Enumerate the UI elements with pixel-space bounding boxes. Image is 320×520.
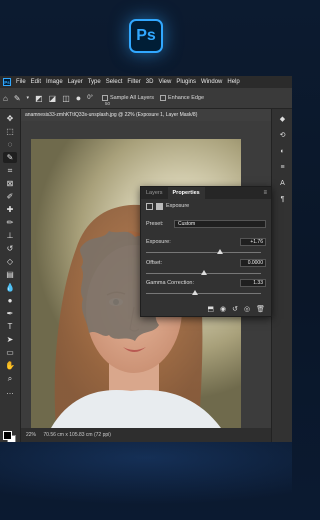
brush-size-value: 50 xyxy=(105,101,111,106)
tab-properties[interactable]: Properties xyxy=(167,187,205,199)
gamma-slider[interactable] xyxy=(146,290,261,295)
preset-row: Preset: Custom xyxy=(146,220,266,228)
add-to-selection-icon[interactable]: ◪ xyxy=(49,94,57,103)
delete-icon[interactable]: 🗑 xyxy=(256,305,265,313)
blur-tool-icon[interactable]: 💧 xyxy=(3,282,17,293)
lasso-tool-icon[interactable]: ◌ xyxy=(3,139,17,150)
adjustments-icon[interactable]: ◐ xyxy=(277,147,288,157)
quick-selection-tool-icon[interactable]: ✎ xyxy=(14,94,21,103)
paragraph-icon[interactable]: ¶ xyxy=(277,195,288,205)
crop-tool-icon[interactable]: ⌗ xyxy=(3,165,17,176)
history-brush-icon[interactable]: ↺ xyxy=(3,243,17,254)
preset-label: Preset: xyxy=(146,221,164,227)
exposure-input[interactable]: +1.76 xyxy=(240,238,266,246)
panel-menu-icon[interactable]: ≡ xyxy=(263,190,267,196)
offset-row: Offset: 0.0000 xyxy=(146,259,266,267)
quick-selection-tool-icon[interactable]: ✎ xyxy=(3,152,17,163)
offset-input[interactable]: 0.0000 xyxy=(240,259,266,267)
enhance-edge-label: Enhance Edge xyxy=(167,95,205,101)
eraser-tool-icon[interactable]: ◇ xyxy=(3,256,17,267)
adjustment-header: Exposure xyxy=(141,199,271,213)
brush-preview-icon[interactable]: ● xyxy=(76,93,81,103)
exposure-row: Exposure: +1.76 xyxy=(146,238,266,246)
preset-dropdown[interactable]: Custom xyxy=(174,220,266,228)
view-previous-icon[interactable]: ◉ xyxy=(220,305,226,313)
new-selection-icon[interactable]: ◩ xyxy=(35,94,43,103)
history-icon[interactable]: ⟲ xyxy=(277,131,288,141)
menu-view[interactable]: View xyxy=(158,79,171,85)
menu-help[interactable]: Help xyxy=(227,79,239,85)
reset-icon[interactable]: ↺ xyxy=(232,305,238,313)
offset-slider[interactable] xyxy=(146,270,261,275)
character-icon[interactable]: A xyxy=(277,179,288,189)
document-title: anamnesis33-zmhKTtIQ33s-unsplash.jpg @ 2… xyxy=(25,112,198,118)
menu-filter[interactable]: Filter xyxy=(127,79,140,85)
adjustment-icon[interactable] xyxy=(146,202,153,210)
app-icon[interactable]: Ps xyxy=(3,78,11,86)
offset-slider-thumb[interactable] xyxy=(200,270,207,275)
menu-select[interactable]: Select xyxy=(106,79,123,85)
gamma-input[interactable]: 1.33 xyxy=(240,279,266,287)
dodge-tool-icon[interactable]: ● xyxy=(3,295,17,306)
panel-tabs: Layers Properties ≡ xyxy=(141,187,271,199)
tab-layers[interactable]: Layers xyxy=(141,187,168,199)
subtract-selection-icon[interactable]: ◫ xyxy=(62,94,70,103)
document-tab[interactable]: anamnesis33-zmhKTtIQ33s-unsplash.jpg @ 2… xyxy=(21,109,271,121)
tools-panel: ✥ ⬚ ◌ ✎ ⌗ ⊠ ✐ ✚ ✏ ⊥ ↺ ◇ ▤ 💧 ● ✒ T ➤ ▭ ✋ … xyxy=(0,109,21,442)
gradient-tool-icon[interactable]: ▤ xyxy=(3,269,17,280)
mask-icon[interactable] xyxy=(156,202,163,210)
adjustment-name: Exposure xyxy=(166,203,190,209)
more-tools-icon[interactable]: … xyxy=(3,386,17,397)
background-glow xyxy=(0,442,292,520)
home-icon[interactable]: ⌂ xyxy=(3,94,8,103)
offset-label: Offset: xyxy=(146,260,163,266)
gamma-label: Gamma Correction: xyxy=(146,280,194,286)
menu-window[interactable]: Window xyxy=(201,79,222,85)
layers-panel-icon[interactable]: ◆ xyxy=(277,115,288,125)
type-tool-icon[interactable]: T xyxy=(3,321,17,332)
photoshop-logo: Ps xyxy=(129,19,163,53)
menu-edit[interactable]: Edit xyxy=(31,79,41,85)
angle-icon[interactable]: 0° xyxy=(87,95,93,101)
exposure-slider-thumb[interactable] xyxy=(216,249,223,254)
document-dimensions: 70.56 cm x 105.83 cm (72 ppi) xyxy=(43,432,111,438)
visibility-icon[interactable]: ◎ xyxy=(244,305,250,313)
menu-3d[interactable]: 3D xyxy=(146,79,154,85)
eyedropper-tool-icon[interactable]: ✐ xyxy=(3,191,17,202)
pen-tool-icon[interactable]: ✒ xyxy=(3,308,17,319)
clip-to-layer-icon[interactable]: ⬒ xyxy=(207,305,214,313)
gamma-row: Gamma Correction: 1.33 xyxy=(146,279,266,287)
options-bar: ⌂ ✎ ▾ ◩ ◪ ◫ ● 0° Sample All Layers Enhan… xyxy=(0,88,292,109)
sample-all-layers-label: Sample All Layers xyxy=(109,95,154,101)
menu-type[interactable]: Type xyxy=(88,79,101,85)
path-selection-icon[interactable]: ➤ xyxy=(3,334,17,345)
menu-plugins[interactable]: Plugins xyxy=(176,79,196,85)
zoom-tool-icon[interactable]: ⌕ xyxy=(3,373,17,384)
brush-tool-icon[interactable]: ✏ xyxy=(3,217,17,228)
menu-file[interactable]: File xyxy=(16,79,26,85)
status-bar: 22% 70.56 cm x 105.83 cm (72 ppi) xyxy=(21,428,271,442)
gamma-slider-thumb[interactable] xyxy=(192,290,199,295)
frame-tool-icon[interactable]: ⊠ xyxy=(3,178,17,189)
marquee-tool-icon[interactable]: ⬚ xyxy=(3,126,17,137)
menu-bar: Ps File Edit Image Layer Type Select Fil… xyxy=(0,76,292,88)
rectangle-tool-icon[interactable]: ▭ xyxy=(3,347,17,358)
foreground-color-swatch[interactable] xyxy=(3,431,12,440)
clone-stamp-icon[interactable]: ⊥ xyxy=(3,230,17,241)
zoom-level[interactable]: 22% xyxy=(26,432,36,438)
right-dock: ◆ ⟲ ◐ ≡ A ¶ xyxy=(271,109,292,442)
photoshop-window: Ps File Edit Image Layer Type Select Fil… xyxy=(0,76,292,442)
enhance-edge-checkbox[interactable] xyxy=(159,95,166,101)
channels-icon[interactable]: ≡ xyxy=(277,163,288,173)
move-tool-icon[interactable]: ✥ xyxy=(3,113,17,124)
menu-image[interactable]: Image xyxy=(46,79,63,85)
panel-footer: ⬒ ◉ ↺ ◎ 🗑 xyxy=(141,302,271,316)
exposure-slider[interactable] xyxy=(146,249,261,254)
healing-brush-icon[interactable]: ✚ xyxy=(3,204,17,215)
dropdown-arrow-icon[interactable]: ▾ xyxy=(27,95,30,101)
hand-tool-icon[interactable]: ✋ xyxy=(3,360,17,371)
exposure-label: Exposure: xyxy=(146,239,171,245)
menu-layer[interactable]: Layer xyxy=(68,79,83,85)
properties-panel: Layers Properties ≡ Exposure Preset: Cus… xyxy=(140,186,272,317)
